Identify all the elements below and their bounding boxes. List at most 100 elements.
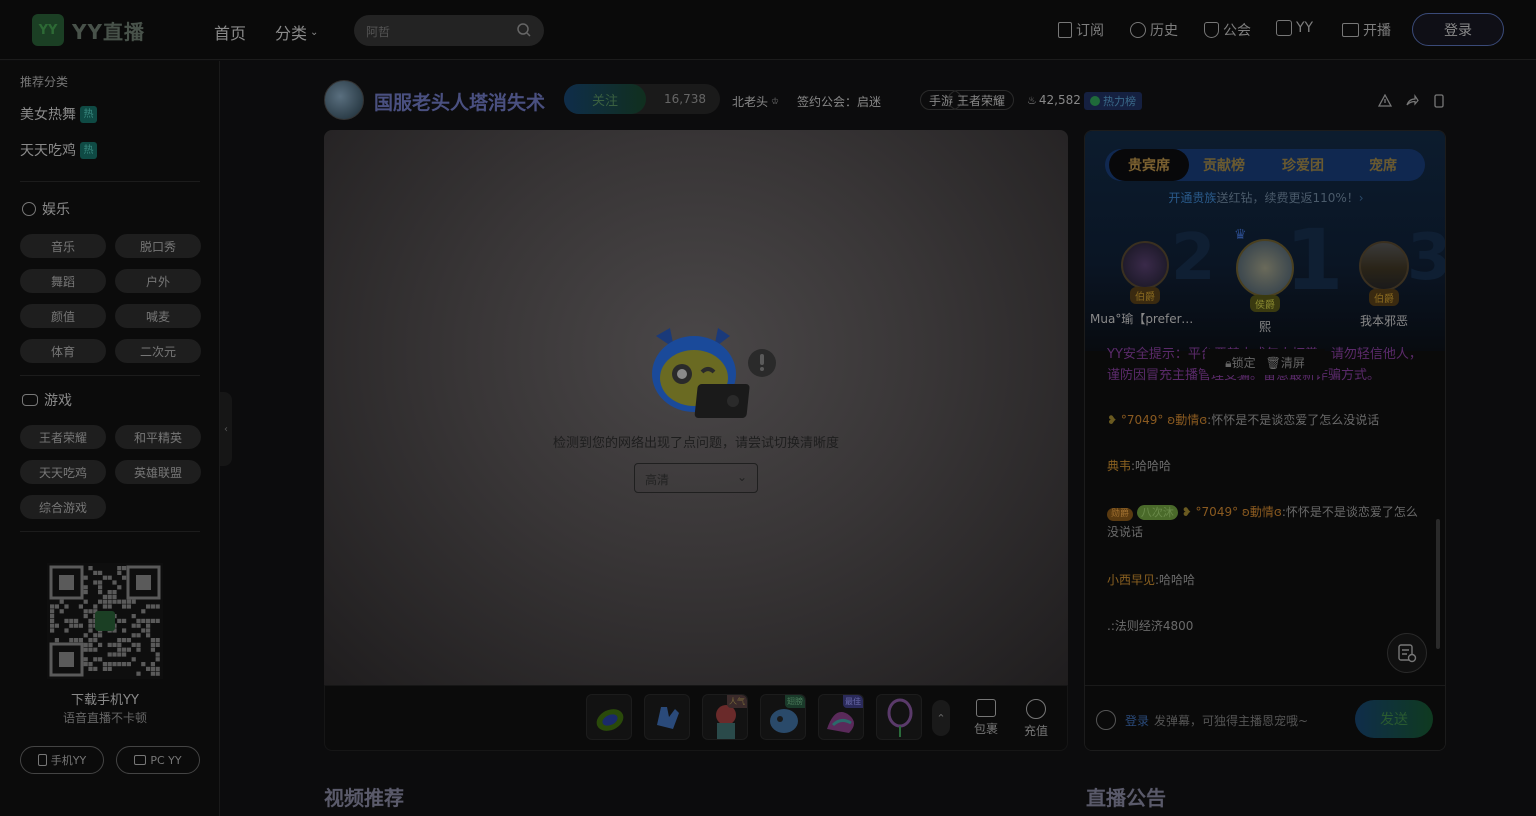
chip-honor[interactable]: 王者荣耀: [20, 425, 106, 449]
history-link[interactable]: 历史: [1130, 20, 1178, 40]
login-button[interactable]: 登录: [1412, 13, 1504, 46]
sidebar-item-dance[interactable]: 美女热舞热: [20, 104, 97, 124]
sidebar-collapse-button[interactable]: ‹: [220, 392, 232, 466]
tag-honor-of-kings[interactable]: 王者荣耀: [948, 90, 1015, 110]
subscribe-link[interactable]: 订阅: [1058, 20, 1104, 40]
medal-badge: 八次沐: [1136, 505, 1178, 520]
chat-message: .:法则经济4800: [1107, 619, 1194, 633]
chip-beauty[interactable]: 颜值: [20, 304, 106, 328]
category-games: 游戏: [22, 390, 72, 410]
package-icon: [976, 699, 996, 717]
report-icon[interactable]: [1378, 94, 1392, 108]
chip-peace[interactable]: 和平精英: [115, 425, 201, 449]
heat-rank-icon: [1090, 96, 1100, 106]
tab-pet-seats[interactable]: 宠席: [1343, 149, 1423, 181]
pc-yy-button[interactable]: PC YY: [116, 746, 200, 774]
broadcast-link[interactable]: 开播: [1342, 20, 1391, 40]
nav-category[interactable]: 分类 ⌄: [275, 20, 318, 44]
avatar: [1236, 239, 1294, 297]
divider: [20, 181, 200, 182]
gift-item[interactable]: 人气: [702, 694, 748, 740]
noble-badge: 侯爵: [1250, 295, 1280, 312]
gift-item[interactable]: 最佳: [818, 694, 864, 740]
chip-talkshow[interactable]: 脱口秀: [115, 234, 201, 258]
hot-badge: 热: [80, 141, 97, 159]
coin-icon: [1026, 699, 1046, 719]
host-avatar[interactable]: [324, 80, 364, 120]
sidebar-item-chicken[interactable]: 天天吃鸡热: [20, 140, 97, 160]
chip-shout[interactable]: 喊麦: [115, 304, 201, 328]
search-icon[interactable]: [516, 22, 532, 38]
noble-badge: 伯爵: [1130, 287, 1160, 304]
lock-button[interactable]: 🔒︎锁定: [1225, 354, 1255, 371]
chip-music[interactable]: 音乐: [20, 234, 106, 258]
bookmark-icon: [1058, 22, 1072, 38]
arrow-icon: ❥: [1181, 505, 1196, 519]
vip-seat[interactable]: 伯爵 Mua°瑜【prefere…: [1090, 241, 1200, 327]
clear-button[interactable]: 🗑︎清屏: [1266, 354, 1305, 371]
chip-dance[interactable]: 舞蹈: [20, 269, 106, 293]
send-button[interactable]: 发送: [1355, 700, 1433, 738]
chip-sports[interactable]: 体育: [20, 339, 106, 363]
gift-item[interactable]: [644, 694, 690, 740]
heat-rank-badge[interactable]: 热力榜: [1084, 92, 1142, 110]
chip-outdoor[interactable]: 户外: [115, 269, 201, 293]
camera-icon: [1342, 23, 1359, 37]
vip-seat[interactable]: 伯爵 我本邪恶: [1329, 241, 1439, 329]
chat-scrollbar[interactable]: [1436, 519, 1440, 649]
chip-general[interactable]: 综合游戏: [20, 495, 106, 519]
chevron-left-icon: ‹: [224, 423, 228, 435]
room-title: 国服老头人塔消失术: [374, 92, 546, 114]
chip-anime[interactable]: 二次元: [115, 339, 201, 363]
chat-login-link[interactable]: 登录: [1125, 712, 1149, 729]
tab-vip-seats[interactable]: 贵宾席: [1109, 149, 1189, 181]
tab-contribution[interactable]: 贡献榜: [1184, 149, 1264, 181]
quality-select[interactable]: 高清 ⌄: [634, 463, 758, 493]
search-input[interactable]: 阿哲: [354, 15, 544, 46]
guild-label[interactable]: 签约公会：启迷: [797, 93, 881, 110]
follow-box: 关注 16,738: [564, 84, 720, 114]
guild-link[interactable]: 公会: [1204, 20, 1251, 40]
crown-icon: ♔: [771, 96, 780, 107]
chat-settings-button[interactable]: [1387, 633, 1427, 673]
level-badge: 勋爵: [1107, 508, 1134, 521]
noble-promo[interactable]: 开通贵族送红钻，续费更返110%！›: [1085, 189, 1445, 206]
chat-list[interactable]: YY安全提示：平台严禁未成年人打赏，请勿轻信他人，谨防因冒充主播管理受骗。留意最…: [1107, 344, 1432, 684]
avatar: [1359, 241, 1409, 291]
gift-item[interactable]: [876, 694, 922, 740]
seat-name: Mua°瑜【prefere…: [1090, 312, 1200, 326]
divider: [20, 375, 200, 376]
share-icon[interactable]: [1405, 94, 1419, 108]
arrow-icon: ❥: [1107, 413, 1121, 427]
live-notice-title: 直播公告: [1086, 786, 1166, 810]
follow-button[interactable]: 关注: [564, 84, 646, 114]
gift-item[interactable]: 翅膀: [760, 694, 806, 740]
host-name[interactable]: 北老头 ♔: [732, 93, 779, 110]
recharge-button[interactable]: 充值: [1016, 699, 1056, 739]
logo[interactable]: YY YY直播: [32, 14, 145, 46]
package-button[interactable]: 包裹: [966, 699, 1006, 737]
mobile-yy-button[interactable]: 手机YY: [20, 746, 104, 774]
noble-badge: 伯爵: [1369, 289, 1399, 306]
monitor-icon: [134, 755, 147, 765]
nav-home[interactable]: 首页: [214, 20, 246, 44]
emoji-icon[interactable]: [1096, 710, 1116, 730]
logo-text: YY直播: [72, 19, 145, 44]
gift-glove-icon: [657, 707, 679, 729]
logo-icon: YY: [32, 14, 64, 46]
gift-item[interactable]: [586, 694, 632, 740]
qr-code: [47, 563, 163, 679]
tab-fan-club[interactable]: 珍爱团: [1263, 149, 1343, 181]
entertainment-icon: [22, 202, 36, 216]
gift-expand-button[interactable]: ⌃: [932, 700, 950, 736]
mobile-icon[interactable]: [1432, 94, 1446, 108]
chat-input[interactable]: 发弹幕，可独得主播恩宠哦~: [1154, 712, 1308, 729]
yy-link[interactable]: YY: [1276, 20, 1313, 36]
chip-lol[interactable]: 英雄联盟: [115, 460, 201, 484]
clock-icon: [1130, 22, 1146, 38]
gift-badge: 最佳: [843, 695, 863, 708]
chip-chicken[interactable]: 天天吃鸡: [20, 460, 106, 484]
heat-value: ♨ 42,582: [1027, 93, 1081, 107]
panel-tabs: 贵宾席 贡献榜 珍爱团 宠席: [1105, 149, 1425, 181]
vip-seat[interactable]: ♛ 侯爵 熙: [1210, 228, 1320, 335]
